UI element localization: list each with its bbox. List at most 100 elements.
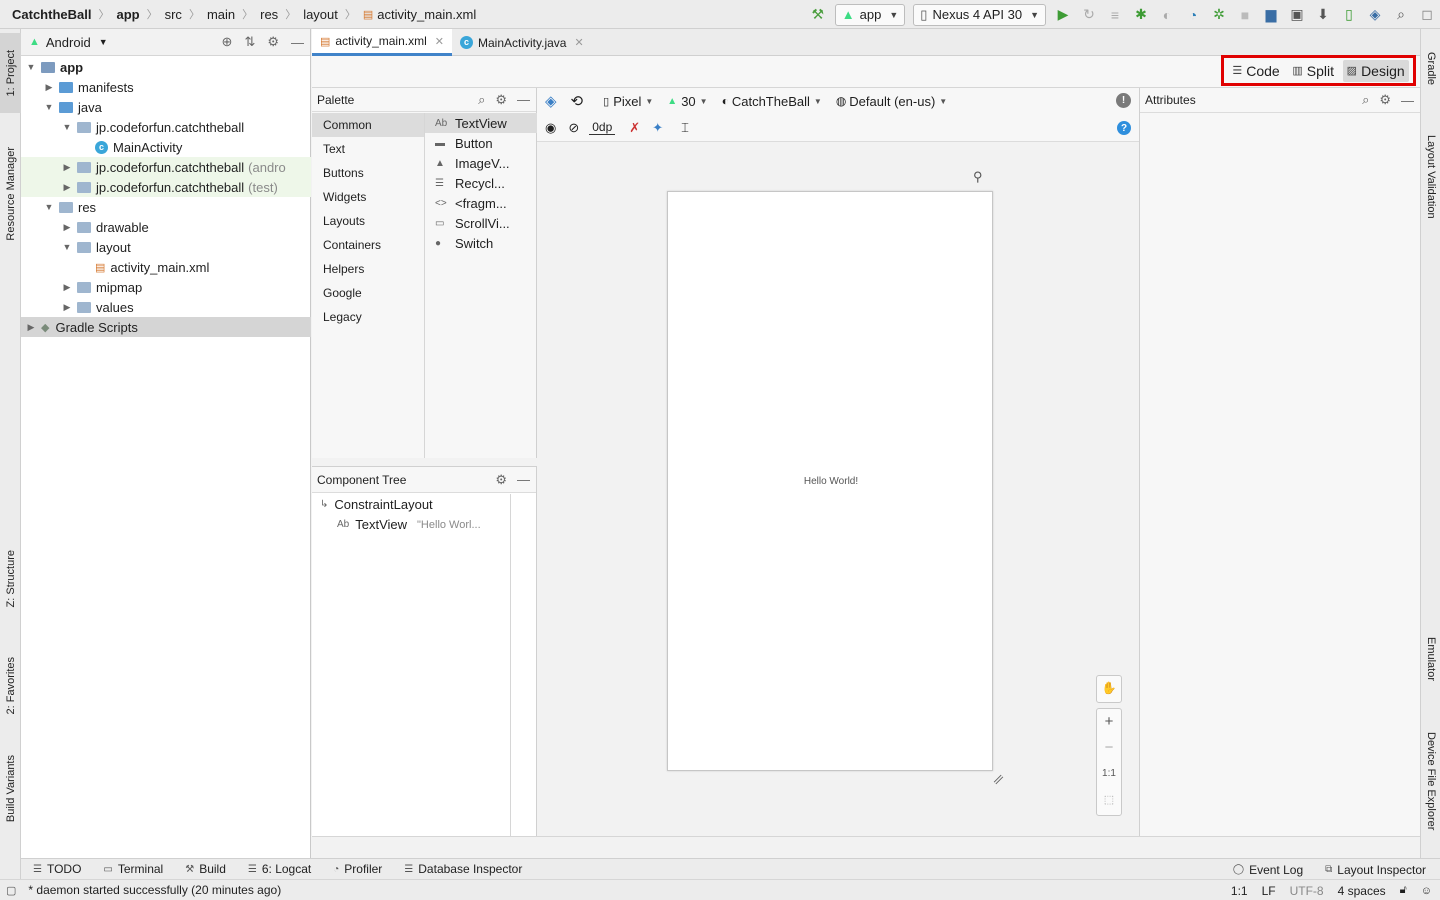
palette-category[interactable]: Legacy bbox=[312, 305, 424, 329]
bottom-tool-button[interactable]: ☰ 6: Logcat bbox=[248, 862, 311, 876]
project-tree-item[interactable]: ▼ jp.codeforfun.catchtheball bbox=[21, 117, 311, 137]
chevron-down-icon[interactable]: ▼ bbox=[43, 102, 55, 112]
chevron-down-icon[interactable]: ▼ bbox=[61, 122, 73, 132]
zoom-out-button[interactable]: − bbox=[1097, 739, 1121, 756]
breadcrumb-res[interactable]: res bbox=[260, 7, 278, 22]
chevron-down-icon[interactable]: ▼ bbox=[25, 62, 37, 72]
palette-category[interactable]: Google bbox=[312, 281, 424, 305]
project-tree-item[interactable]: ▶ jp.codeforfun.catchtheball (andro bbox=[21, 157, 311, 177]
breadcrumb-app[interactable]: app bbox=[116, 7, 139, 22]
tree-item-textview[interactable]: Ab TextView "Hello Worl... bbox=[337, 517, 481, 532]
tab-build-variants[interactable]: Build Variants bbox=[0, 744, 21, 834]
minimize-icon[interactable]: — bbox=[517, 92, 530, 107]
zoom-in-button[interactable]: + bbox=[1097, 713, 1121, 730]
project-tree-item[interactable]: ▶ ◆ Gradle Scripts bbox=[21, 317, 311, 337]
search-icon[interactable]: ⌕ bbox=[1362, 92, 1369, 108]
sync-project-icon[interactable]: ▆ bbox=[1259, 3, 1283, 27]
chevron-down-icon[interactable]: ▼ bbox=[43, 202, 55, 212]
tab-mainactivity-java[interactable]: c MainActivity.java ✕ bbox=[452, 29, 592, 56]
tab-favorites[interactable]: 2: Favorites bbox=[0, 641, 21, 731]
tab-project[interactable]: 1: Project bbox=[0, 33, 21, 113]
run-config-select[interactable]: ▲ app ▼ bbox=[834, 3, 906, 26]
breadcrumb-file[interactable]: activity_main.xml bbox=[377, 7, 476, 22]
structure-icon[interactable]: ◈ bbox=[1363, 3, 1387, 27]
project-tree-item[interactable]: ▶ values bbox=[21, 297, 311, 317]
close-icon[interactable]: ✕ bbox=[435, 35, 444, 48]
clear-constraints-icon[interactable]: ✗ bbox=[629, 120, 640, 136]
tab-device-file-explorer[interactable]: Device File Explorer bbox=[1421, 714, 1440, 849]
palette-category[interactable]: Containers bbox=[312, 233, 424, 257]
tab-layout-validation[interactable]: Layout Validation bbox=[1421, 114, 1440, 239]
debug-icon[interactable]: ✱ bbox=[1129, 3, 1153, 27]
palette-item[interactable]: ▬ Button bbox=[425, 133, 537, 153]
eye-icon[interactable]: ◉ bbox=[545, 120, 556, 136]
palette-category[interactable]: Layouts bbox=[312, 209, 424, 233]
device-preview[interactable]: Hello World! bbox=[667, 191, 993, 771]
project-view-select[interactable]: Android bbox=[46, 35, 91, 50]
attach-debugger-icon[interactable]: ◐ bbox=[1155, 3, 1179, 27]
chevron-right-icon[interactable]: ▶ bbox=[25, 322, 37, 333]
project-tree-item[interactable]: ▼ res bbox=[21, 197, 311, 217]
event-icon[interactable]: ☺︎ bbox=[1421, 885, 1432, 897]
device-manager-icon[interactable]: ▯ bbox=[1337, 3, 1361, 27]
help-icon[interactable]: ? bbox=[1117, 121, 1131, 135]
apply-changes-icon[interactable]: ↻ bbox=[1077, 3, 1101, 27]
lock-icon[interactable]: 🔓︎ bbox=[1400, 884, 1407, 897]
attach-process-icon[interactable]: ✲ bbox=[1207, 3, 1231, 27]
search-icon[interactable]: ⌕ bbox=[1389, 3, 1413, 27]
chevron-right-icon[interactable]: ▶ bbox=[61, 302, 73, 313]
orientation-icon[interactable]: ⟲ bbox=[571, 92, 584, 110]
project-tree-item[interactable]: c MainActivity bbox=[21, 137, 311, 157]
bottom-tool-button[interactable]: ⧉ Layout Inspector bbox=[1325, 863, 1426, 877]
palette-item[interactable]: Ab TextView bbox=[425, 113, 537, 133]
tree-root-constraintlayout[interactable]: ↳ ConstraintLayout bbox=[320, 497, 433, 512]
search-icon[interactable]: ⌕ bbox=[478, 92, 485, 108]
indent-setting[interactable]: 4 spaces bbox=[1338, 884, 1386, 898]
guidelines-icon[interactable]: ⌶ bbox=[681, 120, 689, 136]
device-preview-select[interactable]: ▯ Pixel ▼ bbox=[603, 94, 653, 109]
pan-icon[interactable]: ✋ bbox=[1097, 681, 1121, 695]
project-tree-item[interactable]: ▼ layout bbox=[21, 237, 311, 257]
project-tree-item[interactable]: ▤ activity_main.xml bbox=[21, 257, 311, 277]
palette-category[interactable]: Common bbox=[312, 113, 424, 137]
status-message[interactable]: * daemon started successfully (20 minute… bbox=[28, 883, 281, 897]
bottom-tool-button[interactable]: ◯ Event Log bbox=[1233, 863, 1303, 877]
api-level-select[interactable]: ▲ 30 ▼ bbox=[667, 94, 707, 109]
breadcrumb-src[interactable]: src bbox=[165, 7, 182, 22]
gear-icon[interactable]: ⚙ bbox=[1379, 92, 1391, 108]
pin-icon[interactable]: ⚲ bbox=[973, 169, 983, 185]
palette-item[interactable]: ▲ ImageV... bbox=[425, 153, 537, 173]
palette-item[interactable]: ☰ Recycl... bbox=[425, 173, 537, 193]
minimize-icon[interactable]: — bbox=[1401, 93, 1414, 108]
chevron-right-icon[interactable]: ▶ bbox=[43, 82, 55, 93]
theme-select[interactable]: ◐ CatchTheBall ▼ bbox=[722, 94, 822, 109]
bottom-tool-button[interactable]: ⚒ Build bbox=[185, 862, 226, 876]
palette-category[interactable]: Buttons bbox=[312, 161, 424, 185]
breadcrumb-layout[interactable]: layout bbox=[303, 7, 338, 22]
user-icon[interactable]: ◻ bbox=[1415, 3, 1439, 27]
chevron-down-icon[interactable]: ▼ bbox=[61, 242, 73, 252]
avd-manager-icon[interactable]: ▣ bbox=[1285, 3, 1309, 27]
design-surface-icon[interactable]: ◈ bbox=[545, 92, 557, 110]
palette-item[interactable]: ▭ ScrollVi... bbox=[425, 213, 537, 233]
tab-resource-manager[interactable]: Resource Manager bbox=[0, 129, 21, 259]
palette-category[interactable]: Widgets bbox=[312, 185, 424, 209]
tab-emulator[interactable]: Emulator bbox=[1421, 624, 1440, 694]
gear-icon[interactable]: ⚙ bbox=[267, 34, 279, 50]
palette-item[interactable]: <> <fragm... bbox=[425, 193, 537, 213]
tab-structure[interactable]: Z: Structure bbox=[0, 534, 21, 624]
chevron-right-icon[interactable]: ▶ bbox=[61, 162, 73, 173]
make-project-icon[interactable]: ⚒ bbox=[806, 3, 830, 27]
bottom-tool-button[interactable]: ☰ TODO bbox=[33, 862, 81, 876]
palette-item[interactable]: ● Switch bbox=[425, 233, 537, 253]
project-tree-item[interactable]: ▶ drawable bbox=[21, 217, 311, 237]
locale-select[interactable]: ◍ Default (en-us) ▼ bbox=[836, 94, 947, 109]
breadcrumb-main[interactable]: main bbox=[207, 7, 235, 22]
infer-constraints-icon[interactable]: ✦ bbox=[652, 120, 663, 136]
file-encoding[interactable]: UTF-8 bbox=[1290, 884, 1324, 898]
locate-icon[interactable]: ⊕ bbox=[222, 34, 233, 50]
project-tree-item[interactable]: ▶ manifests bbox=[21, 77, 311, 97]
status-toggle-icon[interactable]: ▢ bbox=[6, 884, 16, 897]
chevron-down-icon[interactable]: ▼ bbox=[99, 37, 108, 47]
zoom-to-fit-icon[interactable]: ⬚ bbox=[1097, 793, 1121, 806]
